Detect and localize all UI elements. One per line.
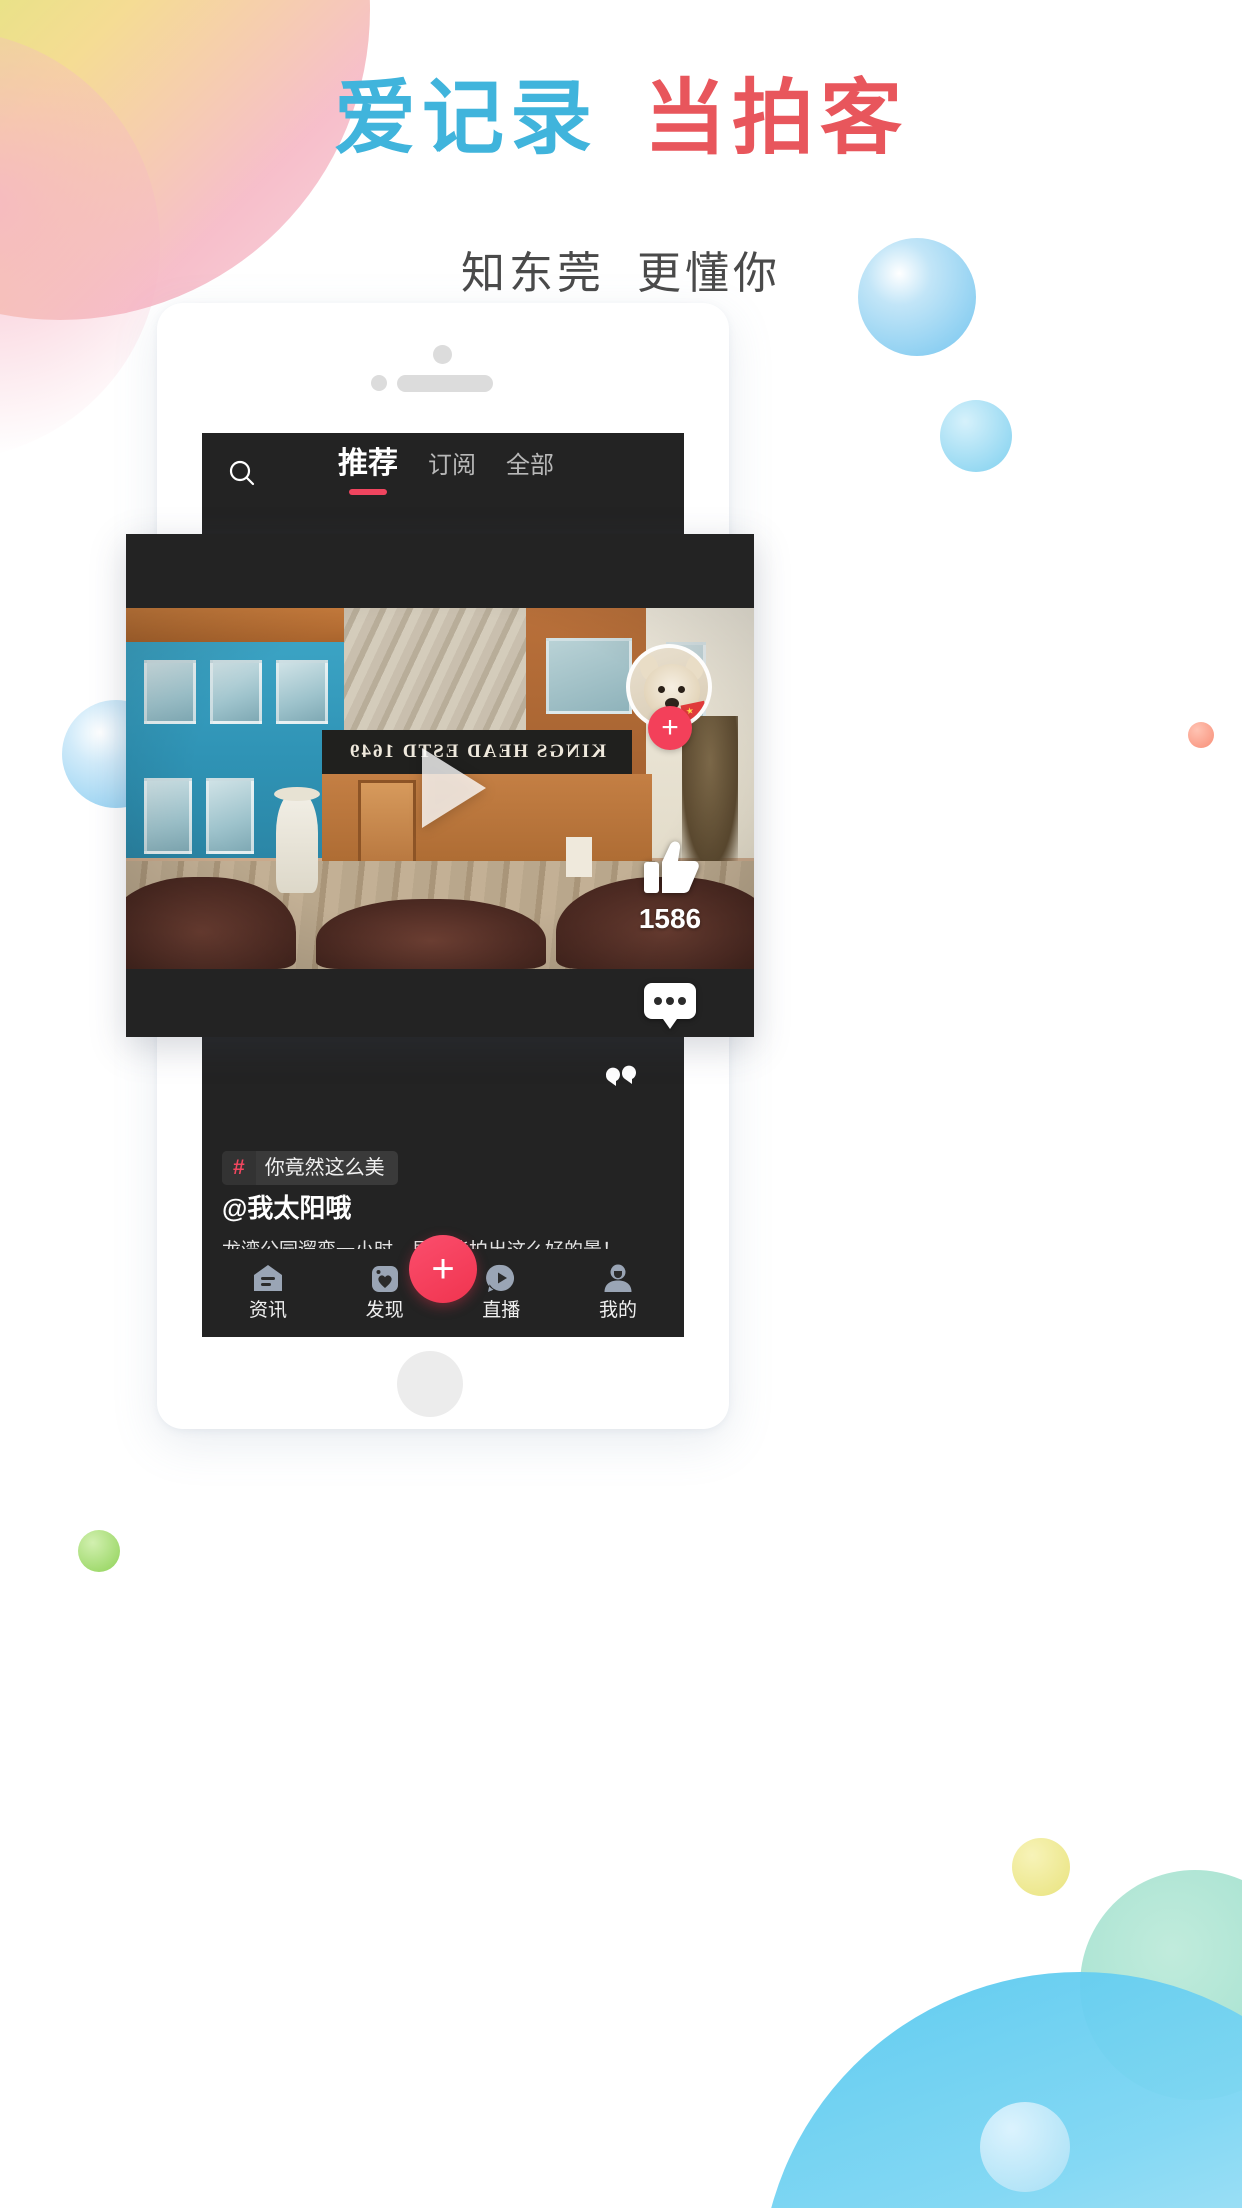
- device-home-button: [397, 1351, 463, 1417]
- avatar-dog-eye: [678, 686, 685, 693]
- tab-bar: 推荐 订阅 全部: [338, 445, 554, 495]
- tab-subscribe[interactable]: 订阅: [428, 449, 476, 495]
- subtitle-part-b: 更懂你: [637, 249, 781, 298]
- video-action-rail: 1586 254: [622, 840, 718, 1037]
- device-sensor-dot: [371, 375, 387, 391]
- comment-count: 254: [622, 1036, 718, 1037]
- tab-active-underline: [349, 489, 387, 495]
- tab-recommend-label: 推荐: [338, 447, 398, 480]
- subtitle-part-a: 知东莞: [461, 249, 605, 298]
- hashtag-chip[interactable]: # 你竟然这么美: [222, 1151, 398, 1185]
- decor-blob-bottom-teal: [1080, 1870, 1242, 2100]
- comment-bubble-icon: [644, 983, 696, 1029]
- tab-recommend[interactable]: 推荐: [338, 445, 398, 495]
- post-username[interactable]: @我太阳哦: [222, 1191, 351, 1225]
- nav-label-news: 资讯: [248, 1300, 287, 1321]
- video-post-card[interactable]: KINGS HEAD ESTD 1649 ★: [126, 534, 754, 1037]
- like-action[interactable]: 1586: [622, 840, 718, 936]
- comment-action[interactable]: 254: [622, 980, 718, 1037]
- bottom-nav-bar: 资讯 发现 + 直播 我的: [202, 1235, 684, 1337]
- profile-person-icon: [604, 1264, 632, 1292]
- nav-label-live: 直播: [482, 1300, 521, 1321]
- hashtag-label: 你竟然这么美: [264, 1157, 385, 1179]
- plus-icon: +: [431, 1247, 455, 1291]
- search-icon[interactable]: [220, 451, 264, 495]
- discover-heart-icon: [371, 1266, 398, 1292]
- nav-item-news[interactable]: 资讯: [228, 1261, 308, 1322]
- thumbs-up-icon: [644, 841, 699, 893]
- nav-item-profile[interactable]: 我的: [578, 1261, 658, 1322]
- like-count: 1586: [638, 903, 702, 934]
- repost-icon[interactable]: [602, 1061, 638, 1089]
- decor-blob-yellow-dot: [1012, 1838, 1070, 1896]
- play-triangle-icon[interactable]: [422, 748, 486, 828]
- post-detail-panel: # 你竟然这么美 @我太阳哦 龙湾公园遛弯一小时，居然能拍出这么好的景！ 资讯: [202, 993, 684, 1337]
- nav-label-discover: 发现: [365, 1300, 404, 1321]
- avatar-dog-eye: [658, 686, 665, 693]
- promo-page: 爱记录 当拍客 知东莞 更懂你 推荐 订阅 全部 # 你竟然这么美 @我太阳哦 …: [0, 0, 1242, 2208]
- author-avatar-group[interactable]: ★ +: [626, 644, 712, 750]
- decor-blob-cyan: [940, 400, 1012, 472]
- news-home-icon: [254, 1265, 282, 1291]
- page-subtitle: 知东莞 更懂你: [0, 252, 1242, 296]
- headline-part-a: 爱记录: [333, 73, 598, 164]
- decor-blob-bottom-right: [760, 1972, 1242, 2208]
- live-play-icon: [486, 1264, 515, 1292]
- page-title: 爱记录 当拍客: [0, 78, 1242, 160]
- headline-part-b: 当拍客: [644, 73, 909, 164]
- decor-blob-pink-dot: [1188, 722, 1214, 748]
- tab-all-label: 全部: [506, 452, 554, 479]
- device-speaker-grill: [397, 375, 493, 392]
- device-camera-dot: [433, 345, 452, 364]
- decor-blob-bottom-small: [980, 2102, 1070, 2192]
- tab-subscribe-label: 订阅: [428, 452, 476, 479]
- create-post-button[interactable]: +: [409, 1235, 477, 1303]
- app-top-bar: 推荐 订阅 全部: [202, 433, 684, 511]
- tab-all[interactable]: 全部: [506, 449, 554, 495]
- follow-plus-icon: +: [661, 711, 679, 744]
- follow-button[interactable]: +: [648, 706, 692, 750]
- hashtag-symbol: #: [222, 1151, 256, 1185]
- video-card-top-strip: [126, 534, 754, 608]
- decor-blob-green: [78, 1530, 120, 1572]
- nav-label-profile: 我的: [598, 1300, 637, 1321]
